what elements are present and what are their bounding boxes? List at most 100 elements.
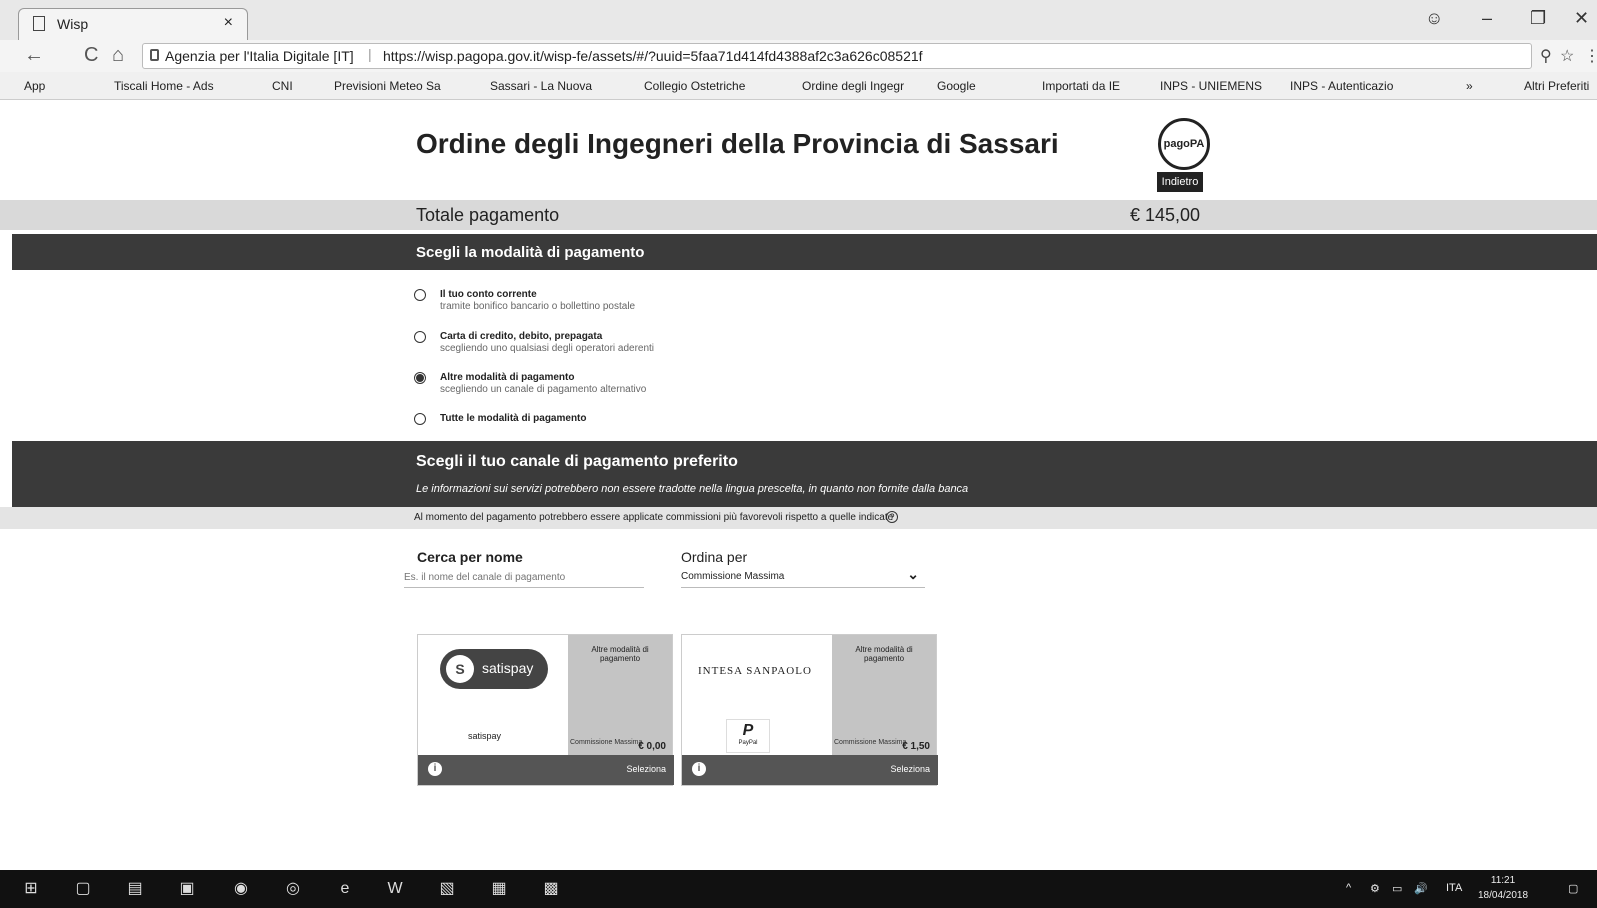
radio-button[interactable] <box>414 289 426 301</box>
fee-label: Commissione Massima <box>834 739 907 746</box>
tab-close-button[interactable]: × <box>224 14 233 32</box>
edge-icon[interactable]: e <box>334 879 356 899</box>
paypal-logo: P PayPal <box>726 719 770 753</box>
browser-tab-bar: Wisp × ☺ – ❐ ✕ <box>0 0 1597 40</box>
address-bar[interactable]: Agenzia per l'Italia Digitale [IT] | htt… <box>142 43 1532 69</box>
address-separator: | <box>368 46 372 62</box>
option-label: Carta di credito, debito, prepagata <box>440 331 603 342</box>
media-icon[interactable]: ◉ <box>230 879 252 899</box>
close-window-button[interactable]: ✕ <box>1574 8 1589 29</box>
channel-note: Le informazioni sui servizi potrebbero n… <box>416 483 969 495</box>
option-label: Il tuo conto corrente <box>440 289 537 300</box>
start-icon[interactable]: ⊞ <box>20 879 42 899</box>
sort-select[interactable]: Commissione Massima ⌄ <box>681 566 925 588</box>
payment-mode-heading: Scegli la modalità di pagamento <box>416 244 645 261</box>
bookmark-meteo[interactable]: Previsioni Meteo Sa <box>334 79 441 93</box>
option-label: Tutte le modalità di pagamento <box>440 413 587 424</box>
bookmark-importati[interactable]: Importati da IE <box>1042 79 1120 93</box>
bookmark-overflow[interactable]: » <box>1466 79 1473 93</box>
bookmarks-bar: App Tiscali Home - Ads CNI Previsioni Me… <box>0 72 1597 100</box>
zoom-icon[interactable]: ⚲ <box>1540 46 1552 66</box>
bookmark-ostetriche[interactable]: Collegio Ostetriche <box>644 79 745 93</box>
bookmark-apps[interactable]: App <box>24 79 45 93</box>
info-icon[interactable]: i <box>692 762 706 776</box>
address-row: ← C ⌂ Agenzia per l'Italia Digitale [IT]… <box>0 40 1597 72</box>
language-indicator[interactable]: ITA <box>1446 882 1462 894</box>
radio-button[interactable] <box>414 413 426 425</box>
pagopa-logo: pagoPA <box>1158 118 1210 170</box>
fee-note-band: Al momento del pagamento potrebbero esse… <box>0 507 1597 529</box>
word-icon[interactable]: W <box>384 879 406 899</box>
notification-icon[interactable]: ▢ <box>1568 882 1578 895</box>
page-title: Ordine degli Ingegneri della Provincia d… <box>416 128 1059 159</box>
bookmark-tiscali[interactable]: Tiscali Home - Ads <box>114 79 214 93</box>
app-icon[interactable]: ▦ <box>488 879 510 899</box>
satispay-logo-text: satispay <box>482 660 534 676</box>
channel-type: Altre modalità di pagamento <box>855 645 913 663</box>
select-button[interactable]: Seleziona <box>890 764 930 774</box>
bookmark-ingegneri[interactable]: Ordine degli Ingegr <box>802 79 904 93</box>
network-icon[interactable]: ▭ <box>1392 882 1402 895</box>
clock-time: 11:21 <box>1490 875 1516 886</box>
channel-header: Scegli il tuo canale di pagamento prefer… <box>12 441 1597 507</box>
lock-icon <box>150 49 159 61</box>
volume-icon[interactable]: 🔊 <box>1414 882 1428 895</box>
app-icon[interactable]: ▣ <box>176 879 198 899</box>
tray-up-icon[interactable]: ^ <box>1346 882 1351 894</box>
task-view-icon[interactable]: ▢ <box>72 879 94 899</box>
channel-info-panel: Altre modalità di pagamento Commissione … <box>832 635 936 757</box>
clock[interactable]: 11:21 18/04/2018 <box>1478 873 1528 903</box>
channel-card-intesa[interactable]: INTESA SANPAOLO P PayPal Altre modalità … <box>681 634 938 786</box>
channel-name: satispay <box>468 731 502 741</box>
clock-date: 18/04/2018 <box>1478 890 1529 901</box>
radio-button-selected[interactable] <box>414 372 426 384</box>
chrome-icon[interactable]: ◎ <box>282 879 304 899</box>
card-footer: i Seleziona <box>418 755 674 785</box>
chevron-down-icon: ⌄ <box>907 566 919 582</box>
tray-settings-icon[interactable]: ⚙ <box>1370 882 1380 895</box>
search-label: Cerca per nome <box>417 549 523 565</box>
account-icon[interactable]: ☺ <box>1425 8 1443 29</box>
url-text[interactable]: https://wisp.pagopa.gov.it/wisp-fe/asset… <box>383 48 923 64</box>
select-button[interactable]: Seleziona <box>626 764 666 774</box>
taskbar: ⊞ ▢ ▤ ▣ ◉ ◎ e W ▧ ▦ ▩ ^ ⚙ ▭ 🔊 ITA 11:21 … <box>0 870 1597 908</box>
help-icon[interactable]: ? <box>886 511 898 523</box>
fee-value: € 1,50 <box>902 741 930 752</box>
fee-note: Al momento del pagamento potrebbero esse… <box>414 512 894 523</box>
reload-icon[interactable]: C <box>84 44 98 67</box>
channel-heading: Scegli il tuo canale di pagamento prefer… <box>416 453 738 470</box>
channel-card-satispay[interactable]: S satispay satispay Altre modalità di pa… <box>417 634 674 786</box>
home-icon[interactable]: ⌂ <box>112 44 124 67</box>
back-icon[interactable]: ← <box>24 44 44 67</box>
bookmark-cni[interactable]: CNI <box>272 79 293 93</box>
info-icon[interactable]: i <box>428 762 442 776</box>
bookmark-inps-uniemens[interactable]: INPS - UNIEMENS <box>1160 79 1262 93</box>
bookmark-sassari[interactable]: Sassari - La Nuova <box>490 79 592 93</box>
total-label: Totale pagamento <box>416 205 560 225</box>
app-icon[interactable]: ▩ <box>540 879 562 899</box>
fee-value: € 0,00 <box>638 741 666 752</box>
bookmark-inps-auth[interactable]: INPS - Autenticazio <box>1290 79 1393 93</box>
minimize-button[interactable]: – <box>1482 8 1492 29</box>
satispay-logo: S satispay <box>440 649 548 689</box>
back-button[interactable]: Indietro <box>1157 172 1203 192</box>
intesa-logo: INTESA SANPAOLO <box>698 665 812 677</box>
option-label: Altre modalità di pagamento <box>440 372 575 383</box>
bookmark-other[interactable]: Altri Preferiti <box>1524 79 1589 93</box>
fee-label: Commissione Massima <box>570 739 643 746</box>
radio-button[interactable] <box>414 331 426 343</box>
tab-title: Wisp <box>57 16 89 32</box>
paypal-text: PayPal <box>738 740 758 746</box>
card-footer: i Seleziona <box>682 755 938 785</box>
browser-tab[interactable]: Wisp × <box>18 8 248 40</box>
star-icon[interactable]: ☆ <box>1560 46 1574 66</box>
bookmark-google[interactable]: Google <box>937 79 976 93</box>
app-icon[interactable]: ▧ <box>436 879 458 899</box>
total-amount: € 145,00 <box>1130 205 1201 225</box>
search-input[interactable] <box>404 568 644 588</box>
menu-icon[interactable]: ⋮ <box>1584 46 1597 66</box>
file-explorer-icon[interactable]: ▤ <box>124 879 146 899</box>
satispay-icon: S <box>446 655 474 683</box>
restore-button[interactable]: ❐ <box>1530 8 1546 29</box>
option-subtitle: scegliendo un canale di pagamento altern… <box>440 384 647 395</box>
